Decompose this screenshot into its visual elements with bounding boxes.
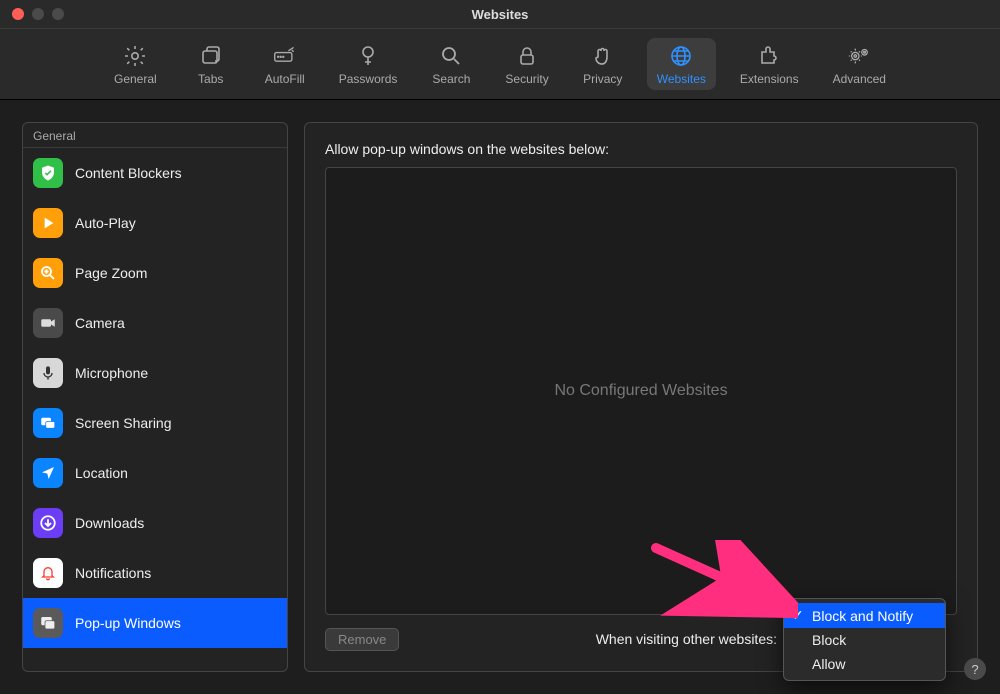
- tab-label: General: [114, 72, 157, 86]
- tab-security[interactable]: Security: [495, 38, 558, 90]
- main-heading: Allow pop-up windows on the websites bel…: [325, 141, 957, 157]
- sidebar-group-label: General: [23, 123, 287, 148]
- sidebar-item-microphone[interactable]: Microphone: [23, 348, 287, 398]
- remove-button[interactable]: Remove: [325, 628, 399, 651]
- when-visiting-label: When visiting other websites:: [596, 631, 777, 647]
- sidebar: General Content Blockers Auto-Play Page …: [22, 122, 288, 672]
- sidebar-item-label: Auto-Play: [75, 215, 136, 231]
- sidebar-item-label: Microphone: [75, 365, 148, 381]
- puzzle-icon: [757, 44, 781, 68]
- windows-icon: [33, 608, 63, 638]
- microphone-icon: [33, 358, 63, 388]
- sidebar-item-auto-play[interactable]: Auto-Play: [23, 198, 287, 248]
- sidebar-item-label: Notifications: [75, 565, 151, 581]
- sidebar-item-location[interactable]: Location: [23, 448, 287, 498]
- tab-label: Security: [505, 72, 548, 86]
- dropdown-option-block[interactable]: Block: [784, 628, 945, 652]
- tab-label: Advanced: [833, 72, 886, 86]
- key-icon: [356, 44, 380, 68]
- gears-icon: [847, 44, 871, 68]
- dropdown-option-block-and-notify[interactable]: ✓ Block and Notify: [784, 603, 945, 628]
- sidebar-item-label: Downloads: [75, 515, 144, 531]
- configured-websites-list[interactable]: No Configured Websites: [325, 167, 957, 615]
- tab-tabs[interactable]: Tabs: [181, 38, 241, 90]
- sidebar-item-label: Page Zoom: [75, 265, 147, 281]
- tab-passwords[interactable]: Passwords: [329, 38, 408, 90]
- help-button[interactable]: ?: [964, 658, 986, 680]
- tab-extensions[interactable]: Extensions: [730, 38, 809, 90]
- hand-icon: [591, 44, 615, 68]
- tab-autofill[interactable]: AutoFill: [255, 38, 315, 90]
- tab-label: Passwords: [339, 72, 398, 86]
- tab-websites[interactable]: Websites: [647, 38, 716, 90]
- globe-icon: [669, 44, 693, 68]
- location-arrow-icon: [33, 458, 63, 488]
- autofill-icon: [273, 44, 297, 68]
- gear-icon: [123, 44, 147, 68]
- tab-label: Tabs: [198, 72, 223, 86]
- download-icon: [33, 508, 63, 538]
- dropdown-option-allow[interactable]: Allow: [784, 652, 945, 676]
- dropdown-option-label: Block: [812, 632, 846, 648]
- window-title: Websites: [0, 7, 1000, 22]
- sidebar-item-label: Screen Sharing: [75, 415, 172, 431]
- sidebar-item-screen-sharing[interactable]: Screen Sharing: [23, 398, 287, 448]
- camera-icon: [33, 308, 63, 338]
- sidebar-item-label: Camera: [75, 315, 125, 331]
- sidebar-item-content-blockers[interactable]: Content Blockers: [23, 148, 287, 198]
- when-visiting-dropdown[interactable]: ✓ Block and Notify Block Allow: [783, 598, 946, 681]
- play-icon: [33, 208, 63, 238]
- tab-search[interactable]: Search: [421, 38, 481, 90]
- main-panel: Allow pop-up windows on the websites bel…: [304, 122, 978, 672]
- check-icon: ✓: [792, 607, 806, 624]
- sidebar-item-page-zoom[interactable]: Page Zoom: [23, 248, 287, 298]
- tab-general[interactable]: General: [104, 38, 167, 90]
- bell-icon: [33, 558, 63, 588]
- sidebar-item-label: Pop-up Windows: [75, 615, 181, 631]
- tab-label: Extensions: [740, 72, 799, 86]
- tab-label: Privacy: [583, 72, 622, 86]
- screens-icon: [33, 408, 63, 438]
- sidebar-item-label: Content Blockers: [75, 165, 182, 181]
- sidebar-item-camera[interactable]: Camera: [23, 298, 287, 348]
- zoom-icon: [33, 258, 63, 288]
- tab-privacy[interactable]: Privacy: [573, 38, 633, 90]
- dropdown-option-label: Allow: [812, 656, 845, 672]
- search-icon: [439, 44, 463, 68]
- tab-label: AutoFill: [265, 72, 305, 86]
- titlebar: Websites: [0, 0, 1000, 28]
- sidebar-item-downloads[interactable]: Downloads: [23, 498, 287, 548]
- empty-state-text: No Configured Websites: [554, 382, 727, 400]
- sidebar-item-label: Location: [75, 465, 128, 481]
- shield-check-icon: [33, 158, 63, 188]
- dropdown-option-label: Block and Notify: [812, 608, 913, 624]
- tabs-icon: [199, 44, 223, 68]
- tab-label: Search: [432, 72, 470, 86]
- lock-icon: [515, 44, 539, 68]
- sidebar-item-popup-windows[interactable]: Pop-up Windows: [23, 598, 287, 648]
- tab-label: Websites: [657, 72, 706, 86]
- tab-advanced[interactable]: Advanced: [823, 38, 896, 90]
- preferences-toolbar: General Tabs AutoFill Passwords: [0, 28, 1000, 100]
- sidebar-item-notifications[interactable]: Notifications: [23, 548, 287, 598]
